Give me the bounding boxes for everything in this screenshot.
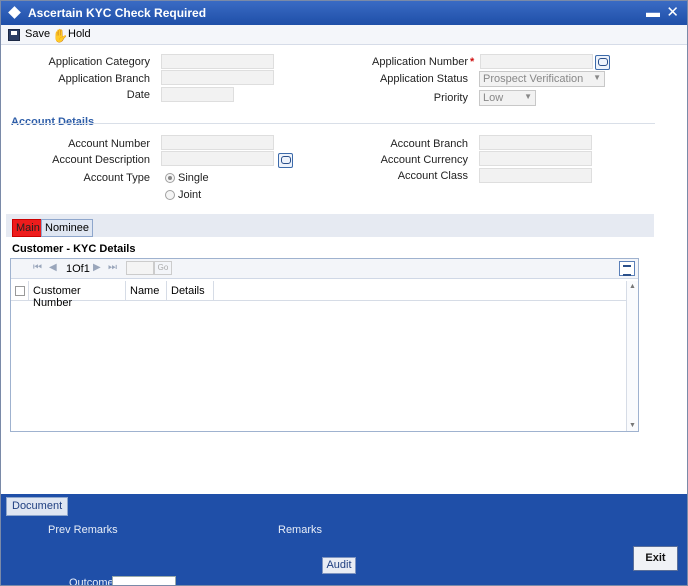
application-number-lov-icon[interactable] — [595, 55, 610, 70]
application-category-label: Application Category — [48, 56, 150, 68]
account-currency-field[interactable] — [479, 151, 592, 166]
tab-main[interactable]: Main — [12, 219, 44, 237]
outcome-label: Outcome — [69, 577, 114, 586]
close-button[interactable]: ✕ — [666, 3, 679, 21]
exit-button[interactable]: Exit — [633, 546, 678, 571]
save-button[interactable]: Save — [25, 28, 50, 40]
remarks-label: Remarks — [278, 524, 323, 536]
account-type-single-label: Single — [178, 172, 209, 184]
first-page-icon[interactable]: ⏮ — [33, 262, 42, 273]
application-branch-field[interactable] — [161, 70, 274, 85]
last-page-icon[interactable]: ⏭ — [108, 262, 117, 273]
chevron-down-icon: ▼ — [593, 73, 601, 82]
tab-nominee[interactable]: Nominee — [41, 219, 94, 237]
account-description-label: Account Description — [52, 154, 150, 166]
application-number-field[interactable] — [480, 54, 593, 69]
date-label: Date — [126, 89, 150, 101]
save-icon[interactable] — [8, 29, 20, 41]
column-details[interactable]: Details — [167, 281, 214, 301]
audit-button[interactable]: Audit — [322, 557, 356, 574]
scroll-down-icon[interactable]: ▼ — [629, 422, 636, 429]
account-type-joint-label: Joint — [178, 189, 202, 201]
kyc-details-title: Customer - KYC Details — [12, 243, 136, 255]
application-category-field[interactable] — [161, 54, 274, 69]
required-marker: * — [470, 56, 475, 68]
window-title: Ascertain KYC Check Required — [28, 6, 207, 20]
outcome-field[interactable] — [112, 576, 176, 585]
application-number-label: Application Number — [372, 56, 468, 68]
chevron-down-icon: ▼ — [524, 92, 532, 101]
kyc-details-grid: ⏮ ◀ 1Of1 ▶ ⏭ Go Customer Number Name Det… — [10, 258, 639, 432]
account-type-single-radio[interactable] — [165, 173, 175, 183]
select-all-checkbox[interactable] — [15, 286, 25, 296]
account-number-label: Account Number — [68, 138, 150, 150]
account-branch-label: Account Branch — [390, 138, 468, 150]
application-status-select[interactable]: Prospect Verification ▼ — [479, 71, 605, 87]
application-status-value: Prospect Verification — [483, 73, 584, 85]
priority-label: Priority — [433, 92, 468, 104]
scroll-up-icon[interactable]: ▲ — [629, 283, 636, 290]
document-button[interactable]: Document — [6, 497, 69, 516]
account-class-label: Account Class — [397, 170, 468, 182]
application-branch-label: Application Branch — [58, 73, 150, 85]
account-type-joint-radio[interactable] — [165, 190, 175, 200]
column-settings-icon[interactable] — [619, 261, 635, 276]
account-currency-label: Account Currency — [380, 154, 468, 166]
tab-strip: Main Nominee — [6, 214, 654, 237]
go-button[interactable]: Go — [154, 261, 172, 275]
column-name[interactable]: Name — [126, 281, 167, 301]
footer-panel: Document Prev Remarks Remarks Audit Exit… — [1, 494, 687, 586]
grid-header-row: Customer Number Name Details — [11, 281, 626, 309]
account-description-lov-icon[interactable] — [278, 153, 293, 168]
grid-vertical-scrollbar[interactable]: ▲ ▼ — [626, 281, 638, 431]
account-branch-field[interactable] — [479, 135, 592, 150]
next-page-icon[interactable]: ▶ — [93, 262, 101, 273]
priority-value: Low — [483, 92, 504, 104]
minimize-button[interactable]: ▬ — [646, 4, 660, 20]
account-class-field[interactable] — [479, 168, 592, 183]
priority-select[interactable]: Low ▼ — [479, 90, 536, 106]
title-bar: Ascertain KYC Check Required ▬ ✕ — [1, 1, 687, 25]
prev-remarks-label: Prev Remarks — [48, 524, 118, 536]
account-number-field[interactable] — [161, 135, 274, 150]
column-customer-number[interactable]: Customer Number — [29, 281, 126, 309]
account-description-field[interactable] — [161, 151, 274, 166]
previous-page-icon[interactable]: ◀ — [49, 262, 57, 273]
page-info: 1Of1 — [66, 263, 90, 275]
account-type-label: Account Type — [83, 172, 150, 184]
hold-hand-icon[interactable]: ✋ — [52, 28, 68, 44]
select-all-cell — [11, 281, 29, 301]
section-divider — [11, 123, 655, 124]
grid-pagination-bar: ⏮ ◀ 1Of1 ▶ ⏭ Go — [11, 259, 638, 279]
application-status-label: Application Status — [379, 73, 468, 85]
date-field[interactable] — [161, 87, 234, 102]
account-details-title: Account Details — [11, 116, 95, 128]
toolbar: Save ✋ Hold — [1, 25, 687, 45]
hold-button[interactable]: Hold — [68, 28, 91, 40]
window-diamond-icon — [8, 6, 21, 19]
page-number-input[interactable] — [126, 261, 154, 275]
ascertain-kyc-window: Ascertain KYC Check Required ▬ ✕ Save ✋ … — [0, 0, 688, 586]
